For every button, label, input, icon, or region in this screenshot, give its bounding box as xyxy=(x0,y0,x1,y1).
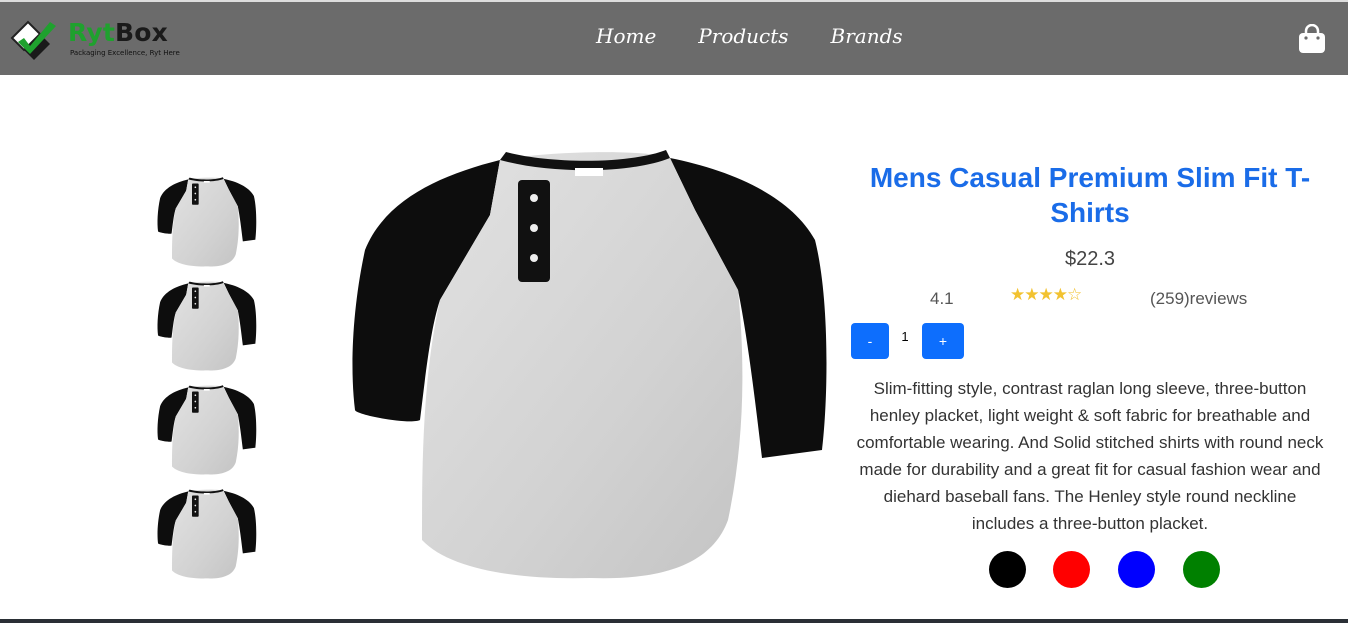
brand-name-box: Box xyxy=(114,18,168,47)
product-price: $22.3 xyxy=(1064,248,1116,270)
nav-link-products[interactable]: Products xyxy=(698,24,788,48)
nav-links: Home Products Brands xyxy=(596,24,945,48)
quantity-value: 1 xyxy=(901,329,909,344)
product-description: Slim-fitting style, contrast raglan long… xyxy=(856,379,1324,533)
product-main-image xyxy=(350,140,830,580)
shirt-thumbnail-image xyxy=(157,174,257,268)
review-count: (259)reviews xyxy=(1150,289,1248,308)
product-details: Mens Casual Premium Slim Fit T-Shirts $2… xyxy=(848,160,1332,591)
nav-link-home[interactable]: Home xyxy=(596,24,656,48)
nav-link-brands[interactable]: Brands xyxy=(831,24,903,48)
brand-name: RytBox xyxy=(68,18,168,47)
rating-value: 4.1 xyxy=(930,289,954,308)
color-swatch-green[interactable] xyxy=(1183,551,1220,588)
color-options xyxy=(848,551,1332,591)
shopping-bag-icon[interactable] xyxy=(1298,24,1326,54)
quantity-stepper: - 1 + xyxy=(848,323,1332,363)
color-swatch-red[interactable] xyxy=(1053,551,1090,588)
checkmark-box-logo-icon xyxy=(10,20,56,60)
shirt-thumbnail-image xyxy=(157,278,257,372)
thumbnail-4[interactable] xyxy=(155,484,259,582)
navbar: RytBox Packaging Excellence, Ryt Here Ho… xyxy=(0,0,1348,75)
brand-logo[interactable]: RytBox Packaging Excellence, Ryt Here xyxy=(10,16,200,64)
rating-row: 4.1 ★★★★☆ (259)reviews xyxy=(848,285,1332,313)
brand-name-ryt: Ryt xyxy=(68,18,115,47)
shirt-thumbnail-image xyxy=(157,382,257,476)
color-swatch-black[interactable] xyxy=(989,551,1026,588)
thumbnail-1[interactable] xyxy=(155,172,259,270)
shirt-thumbnail-image xyxy=(157,486,257,580)
bottom-edge-bar xyxy=(0,619,1348,623)
rating-stars-icon: ★★★★☆ xyxy=(1010,285,1082,304)
decrease-quantity-button[interactable]: - xyxy=(851,323,889,359)
thumbnail-2[interactable] xyxy=(155,276,259,374)
thumbnail-3[interactable] xyxy=(155,380,259,478)
brand-tagline: Packaging Excellence, Ryt Here xyxy=(70,49,180,57)
thumbnail-list xyxy=(155,172,259,588)
increase-quantity-button[interactable]: + xyxy=(922,323,964,359)
color-swatch-blue[interactable] xyxy=(1118,551,1155,588)
product-title: Mens Casual Premium Slim Fit T-Shirts xyxy=(869,162,1311,228)
